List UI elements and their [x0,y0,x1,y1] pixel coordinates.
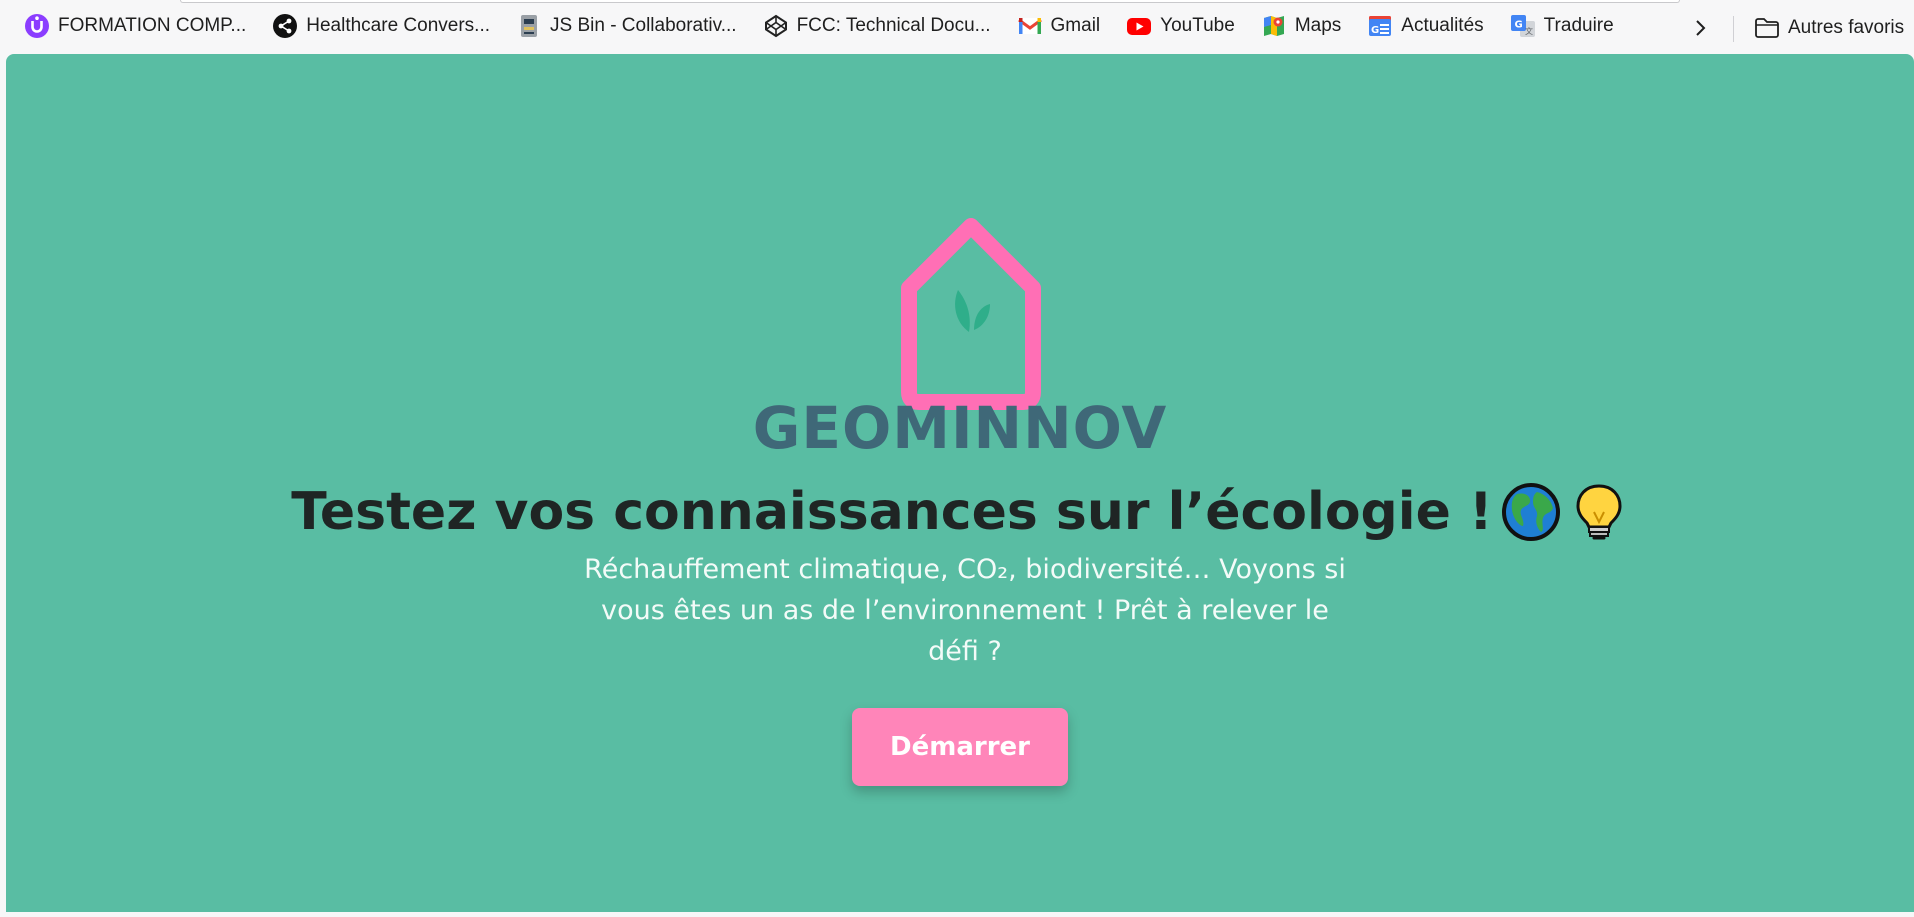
bookmarks-bar: FORMATION COMP... Healthcare Convers... … [0,0,1914,52]
u-badge-icon [24,13,50,39]
bookmark-label: Gmail [1050,15,1101,36]
bookmark-label: YouTube [1160,15,1235,36]
svg-text:文: 文 [1525,26,1533,36]
headline-text: Testez vos connaissances sur l’écologie … [291,482,1493,542]
bookmarks-divider [1733,16,1734,42]
share-icon [272,13,298,39]
svg-text:G: G [1371,25,1379,36]
page-subtitle: Réchauffement climatique, CO₂, biodivers… [584,554,1346,667]
bookmark-label: JS Bin - Collaborativ... [550,15,737,36]
bookmark-fcc[interactable]: FCC: Technical Docu... [755,9,999,43]
other-favorites-folder[interactable]: Autres favoris [1748,11,1910,45]
bookmarks-overflow-button[interactable] [1684,12,1716,44]
chevron-right-icon [1696,20,1706,36]
address-bar-edge [180,0,1680,3]
bookmark-jsbin[interactable]: JS Bin - Collaborativ... [508,9,745,43]
bookmark-actualites[interactable]: G Actualités [1359,9,1491,43]
other-favorites-label: Autres favoris [1788,17,1905,38]
globe-icon [1501,483,1560,541]
svg-text:G: G [1514,20,1522,31]
bookmark-healthcare[interactable]: Healthcare Convers... [264,9,498,43]
page-viewport: GEOMINNOV Testez vos connaissances sur l… [6,54,1914,912]
bookmark-label: FORMATION COMP... [58,15,247,36]
bookmark-label: Traduire [1543,15,1614,36]
brand-name: GEOMINNOV [752,394,1168,462]
bookmark-traduire[interactable]: G 文 Traduire [1502,9,1622,43]
codepen-icon [763,13,789,39]
maps-icon [1261,13,1287,39]
bookmark-youtube[interactable]: YouTube [1118,9,1243,43]
translate-icon: G 文 [1510,13,1536,39]
youtube-icon [1126,13,1152,39]
bookmark-label: Maps [1294,15,1342,36]
bookmark-formation[interactable]: FORMATION COMP... [16,9,254,43]
bookmark-gmail[interactable]: Gmail [1009,9,1109,43]
start-button[interactable]: Démarrer [852,708,1068,786]
bookmark-maps[interactable]: Maps [1253,9,1349,43]
jsbin-icon [516,13,542,39]
bookmark-label: Actualités [1401,15,1484,36]
light-bulb-icon [1576,484,1622,540]
gmail-icon [1017,13,1043,39]
folder-icon [1754,15,1780,41]
bookmark-label: FCC: Technical Docu... [796,15,991,36]
news-icon: G [1367,13,1393,39]
bookmark-label: Healthcare Convers... [306,15,490,36]
page-title: Testez vos connaissances sur l’écologie … [6,482,1914,542]
